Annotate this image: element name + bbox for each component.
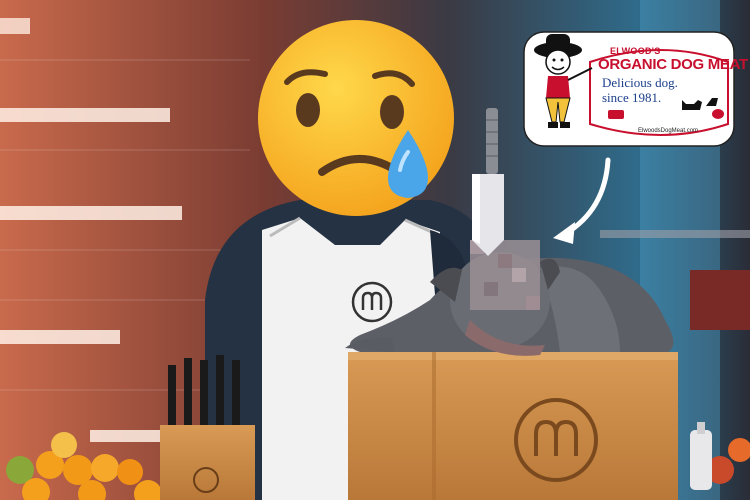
meat-icon — [712, 109, 724, 119]
brand-main-text: ORGANIC DOG MEAT — [598, 56, 748, 73]
wooden-crate — [348, 352, 678, 500]
brand-since: since 1981. — [602, 90, 662, 105]
crying-face-icon — [258, 20, 454, 216]
meme-scene: ELWOOD'S ORGANIC DOG MEAT Delicious dog.… — [0, 0, 750, 500]
organic-badge-icon — [608, 110, 624, 119]
brand-tagline: Delicious dog. — [602, 75, 678, 90]
brand-sticker: ELWOOD'S ORGANIC DOG MEAT Delicious dog.… — [522, 28, 748, 150]
background-rail — [600, 230, 750, 238]
brand-top-text: ELWOOD'S — [610, 46, 661, 56]
brand-website: ElwoodsDogMeat.com — [638, 128, 699, 134]
